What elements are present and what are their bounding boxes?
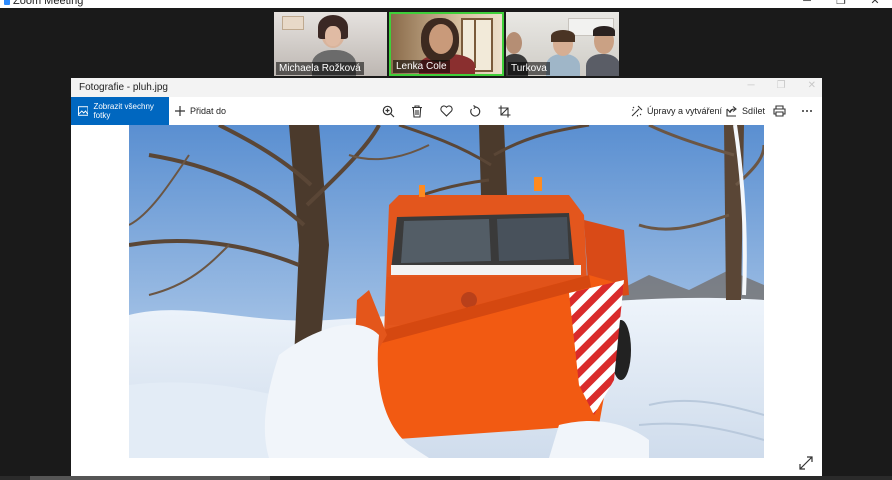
participant-name: Lenka Cole	[393, 60, 450, 73]
zoom-title-text: Zoom Meeting	[13, 0, 84, 7]
photos-minimize-button[interactable]: ─	[748, 80, 755, 91]
add-to-button[interactable]: Přidat do	[175, 97, 226, 125]
photos-app-window: Fotografie - pluh.jpg ─ ❐ ✕ Zobrazit vše…	[71, 78, 822, 480]
view-all-photos-label: Zobrazit všechny fotky	[93, 102, 154, 120]
minimize-button[interactable]: ─	[790, 0, 824, 8]
rotate-icon[interactable]	[467, 103, 483, 119]
share-button[interactable]: Sdílet	[726, 97, 765, 125]
video-tile-michaela[interactable]: Michaela Rožková	[274, 12, 387, 76]
share-label: Sdílet	[742, 106, 766, 116]
trash-icon[interactable]	[409, 103, 425, 119]
taskbar-segment	[30, 476, 270, 480]
heart-icon[interactable]	[438, 103, 454, 119]
zoom-window-title: Zoom Meeting	[4, 0, 83, 8]
photos-titlebar: Fotografie - pluh.jpg ─ ❐ ✕	[71, 78, 822, 97]
taskbar-segment	[520, 476, 600, 480]
photos-window-title: Fotografie - pluh.jpg	[79, 82, 168, 93]
plus-icon	[175, 106, 185, 116]
photo-image-snowplow	[129, 125, 764, 458]
edit-create-label: Úpravy a vytváření	[647, 106, 723, 116]
video-tile-lenka[interactable]: Lenka Cole	[389, 12, 504, 76]
participant-name: Michaela Rožková	[276, 62, 364, 75]
add-to-label: Přidat do	[190, 106, 227, 116]
zoom-logo-icon	[4, 0, 10, 5]
zoom-titlebar: Zoom Meeting ─ ❐ ✕	[0, 0, 892, 8]
close-button[interactable]: ✕	[858, 0, 892, 8]
participant-name: Turkova	[508, 62, 550, 75]
photos-maximize-button[interactable]: ❐	[777, 80, 786, 91]
expand-icon[interactable]	[799, 456, 815, 472]
crop-icon[interactable]	[496, 103, 512, 119]
view-all-photos-button[interactable]: Zobrazit všechny fotky	[71, 97, 169, 125]
edit-create-icon	[631, 105, 643, 117]
maximize-button[interactable]: ❐	[824, 0, 858, 8]
more-icon[interactable]	[799, 103, 815, 119]
zoom-window-controls: ─ ❐ ✕	[790, 0, 892, 8]
photos-toolbar: Zobrazit všechny fotky Přidat do Úpravy …	[71, 97, 822, 125]
share-icon	[726, 106, 737, 117]
screen-share-bottom-strip	[0, 476, 892, 480]
print-icon[interactable]	[771, 103, 787, 119]
photos-gallery-icon	[78, 106, 89, 116]
zoom-in-icon[interactable]	[380, 103, 396, 119]
photos-window-controls: ─ ❐ ✕	[748, 80, 816, 91]
edit-create-button[interactable]: Úpravy a vytváření	[631, 97, 734, 125]
photos-close-button[interactable]: ✕	[808, 80, 816, 91]
video-tile-turkova[interactable]: Turkova	[506, 12, 619, 76]
